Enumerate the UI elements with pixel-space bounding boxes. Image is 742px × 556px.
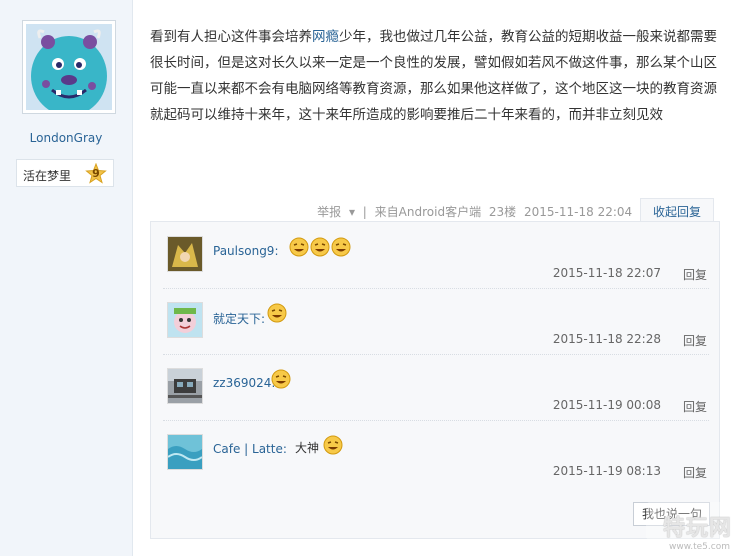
- comment-username[interactable]: Paulsong9:: [213, 244, 278, 258]
- member-rank-badge: 活在梦里 9: [16, 159, 114, 187]
- comment-reply-link[interactable]: 回复: [683, 464, 707, 481]
- sulley-avatar-image: [26, 24, 112, 110]
- comment-item: zz369024: 2015-11-19 00:08 回复: [163, 354, 709, 421]
- train-photo-avatar-icon: [168, 369, 202, 403]
- comment-time: 2015-11-18 22:28: [552, 332, 661, 346]
- grin-emoji-icon: [267, 303, 287, 327]
- comment-list: Paulsong9: 2015-11-18 22:07 回复 就定天下: 201…: [150, 221, 720, 539]
- comment-reply-link[interactable]: 回复: [683, 398, 707, 415]
- level-number: 9: [92, 167, 100, 180]
- grin-emoji-icon: [323, 435, 343, 459]
- saint-seiya-avatar-icon: [168, 237, 202, 271]
- watermark-url: www.te5.com: [669, 542, 730, 552]
- floor-number: 23楼: [488, 205, 517, 219]
- grin-emoji-icon: [271, 369, 291, 393]
- comment-item: Paulsong9: 2015-11-18 22:07 回复: [163, 222, 709, 289]
- post-content: 看到有人担心这件事会培养网瘾少年，我也做过几年公益，教育公益的短期收益一般来说都…: [150, 24, 718, 128]
- comment-avatar[interactable]: [167, 302, 203, 338]
- keyword-link[interactable]: 网瘾: [312, 29, 339, 45]
- client-source: 来自Android客户端: [374, 205, 482, 219]
- comment-item: 就定天下: 2015-11-18 22:28 回复: [163, 288, 709, 355]
- comment-avatar[interactable]: [167, 236, 203, 272]
- comment-username[interactable]: 就定天下:: [213, 310, 265, 327]
- tail-separator: |: [362, 205, 367, 219]
- comment-reply-link[interactable]: 回复: [683, 332, 707, 349]
- author-sidebar: LondonGray 活在梦里 9: [0, 0, 133, 556]
- cartoon-face-avatar-icon: [168, 303, 202, 337]
- water-photo-avatar-icon: [167, 435, 203, 469]
- grin-emoji-icon: [289, 237, 351, 261]
- chevron-down-icon: ▾: [348, 205, 355, 219]
- author-avatar[interactable]: [22, 20, 116, 114]
- comment-username[interactable]: Cafe | Latte:: [213, 442, 287, 456]
- report-link[interactable]: 举报 ▾: [313, 205, 355, 219]
- comment-avatar[interactable]: [167, 368, 203, 404]
- comment-avatar[interactable]: [167, 434, 203, 470]
- watermark-logo-text: 特玩网: [662, 516, 732, 541]
- comment-text: 大神: [295, 441, 320, 455]
- comment-time: 2015-11-19 00:08: [552, 398, 661, 412]
- level-star-icon: 9: [85, 162, 107, 185]
- author-name-link[interactable]: LondonGray: [0, 131, 132, 145]
- post-text-start: 看到有人担心这件事会培养: [150, 29, 312, 45]
- comment-time: 2015-11-18 22:07: [552, 266, 661, 280]
- comment-time: 2015-11-19 08:13: [552, 464, 661, 478]
- post-tail-bar: 举报 ▾ | 来自Android客户端 23楼 2015-11-18 22:04…: [309, 198, 714, 224]
- rank-title: 活在梦里: [23, 169, 72, 183]
- comment-item: Cafe | Latte: 大神 2015-11-19 08:13 回复: [163, 420, 709, 486]
- report-label: 举报: [317, 205, 342, 219]
- comment-reply-link[interactable]: 回复: [683, 266, 707, 283]
- post-time: 2015-11-18 22:04: [524, 205, 633, 219]
- comment-username[interactable]: zz369024:: [213, 376, 275, 390]
